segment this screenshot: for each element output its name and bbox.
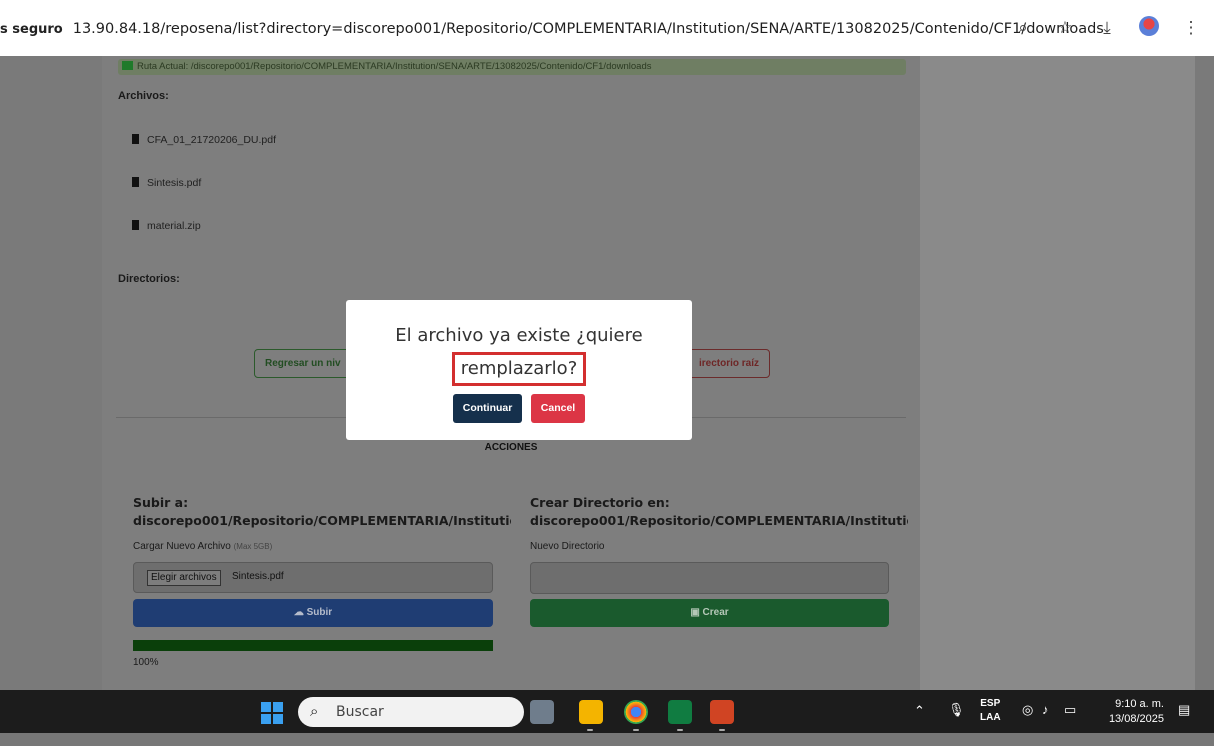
route-text: Ruta Actual: /discorepo001/Repositorio/C… <box>137 61 652 72</box>
cancel-button[interactable]: Cancel <box>530 394 586 423</box>
dialog-question-highlight: remplazarlo? <box>451 352 587 386</box>
file-item[interactable]: material.zip <box>132 220 201 232</box>
upload-button-label: Subir <box>306 607 333 618</box>
star-icon[interactable]: ☆ <box>1054 18 1076 38</box>
selected-file-name: Sintesis.pdf <box>232 571 284 582</box>
choose-files-button[interactable]: Elegir archivos <box>147 570 221 586</box>
security-indicator[interactable]: s seguro <box>0 22 63 37</box>
file-item[interactable]: Sintesis.pdf <box>132 177 201 189</box>
microphone-icon[interactable]: 🎙 <box>948 702 965 745</box>
upload-progress-fill <box>133 640 493 651</box>
chevron-up-icon[interactable]: ⌃ <box>914 703 925 746</box>
address-bar[interactable]: s seguro 13.90.84.18/reposena/list?direct… <box>0 16 1104 42</box>
browser-toolbar: s seguro 13.90.84.18/reposena/list?direct… <box>0 0 1214 56</box>
continue-button[interactable]: Continuar <box>452 394 523 423</box>
folder-plus-icon: ▣ <box>690 607 700 618</box>
create-title: Crear Directorio en: <box>530 495 670 510</box>
backdrop-edge <box>1195 56 1214 690</box>
dialog-question-line1: El archivo ya existe ¿quiere <box>395 325 643 346</box>
cloud-upload-icon: ☁ <box>293 607 304 618</box>
taskbar: ⌕ Buscar ⌃ 🎙 ESP LAA ◎ ♪ ▭ 9:10 a. m. 13/0… <box>0 690 1214 733</box>
new-directory-label: Nuevo Directorio <box>530 541 605 552</box>
app-icon[interactable] <box>710 700 734 724</box>
search-placeholder: Buscar <box>336 704 384 720</box>
file-item[interactable]: CFA_01_21720206_DU.pdf <box>132 134 276 146</box>
upload-label: Cargar Nuevo Archivo (Max 5GB) <box>133 541 272 552</box>
backdrop-right <box>920 56 1195 690</box>
volume-icon[interactable]: ♪ <box>1042 702 1049 745</box>
clock[interactable]: 9:10 a. m. 13/08/2025 <box>1109 697 1164 727</box>
lang-top: ESP <box>980 698 1001 709</box>
taskbar-search[interactable]: ⌕ Buscar <box>298 697 524 727</box>
menu-icon[interactable]: ⋮ <box>1180 18 1202 38</box>
running-indicator <box>633 729 639 731</box>
file-explorer-icon[interactable] <box>579 700 603 724</box>
profile-avatar[interactable] <box>1138 15 1160 41</box>
upload-path: discorepo001/Repositorio/COMPLEMENTARIA/… <box>133 513 511 528</box>
running-indicator <box>677 729 683 731</box>
windows-start-icon[interactable] <box>261 702 283 724</box>
file-name[interactable]: Sintesis.pdf <box>147 177 201 189</box>
language-indicator[interactable]: ESP LAA <box>980 697 1001 740</box>
clock-time: 9:10 a. m. <box>1115 698 1164 710</box>
create-directory-button[interactable]: ▣ Crear <box>530 599 889 627</box>
directories-heading: Directorios: <box>118 273 180 285</box>
excel-icon[interactable] <box>668 700 692 724</box>
lang-bottom: LAA <box>980 712 1001 723</box>
file-icon <box>132 177 139 187</box>
zoom-icon[interactable]: ⌕ <box>1012 18 1034 38</box>
upload-size-hint: (Max 5GB) <box>233 542 273 551</box>
backdrop-left <box>0 56 102 690</box>
dialog-question: El archivo ya existe ¿quiere remplazarlo… <box>346 322 692 386</box>
chrome-icon[interactable] <box>624 700 648 724</box>
file-name[interactable]: material.zip <box>147 220 201 232</box>
file-name[interactable]: CFA_01_21720206_DU.pdf <box>147 134 276 146</box>
new-directory-input[interactable] <box>530 562 889 594</box>
running-indicator <box>719 729 725 731</box>
battery-icon[interactable]: ▭ <box>1064 702 1076 745</box>
replace-confirm-dialog: El archivo ya existe ¿quiere remplazarlo… <box>346 300 692 440</box>
file-icon <box>132 220 139 230</box>
tree-icon <box>122 61 133 70</box>
file-icon <box>132 134 139 144</box>
wifi-icon[interactable]: ◎ <box>1022 702 1033 745</box>
notification-icon[interactable]: ▤ <box>1178 702 1190 745</box>
file-picker[interactable]: Elegir archivos Sintesis.pdf <box>133 562 493 593</box>
actions-heading: ACCIONES <box>484 442 538 453</box>
url-text[interactable]: 13.90.84.18/reposena/list?directory=disc… <box>73 21 1104 37</box>
create-path: discorepo001/Repositorio/COMPLEMENTARIA/… <box>530 513 908 528</box>
upload-button[interactable]: ☁ Subir <box>133 599 493 627</box>
upload-label-text: Cargar Nuevo Archivo <box>133 541 231 552</box>
files-heading: Archivos: <box>118 90 169 102</box>
upload-progress-bar <box>133 640 493 651</box>
upload-progress-text: 100% <box>133 657 159 668</box>
current-route: Ruta Actual: /discorepo001/Repositorio/C… <box>118 59 906 75</box>
upload-title: Subir a: <box>133 495 189 510</box>
task-view-icon[interactable] <box>530 700 554 724</box>
clock-date: 13/08/2025 <box>1108 713 1164 725</box>
create-button-label: Crear <box>702 607 729 618</box>
search-icon: ⌕ <box>310 703 319 720</box>
download-icon[interactable]: ⤓ <box>1096 18 1118 38</box>
running-indicator <box>587 729 593 731</box>
